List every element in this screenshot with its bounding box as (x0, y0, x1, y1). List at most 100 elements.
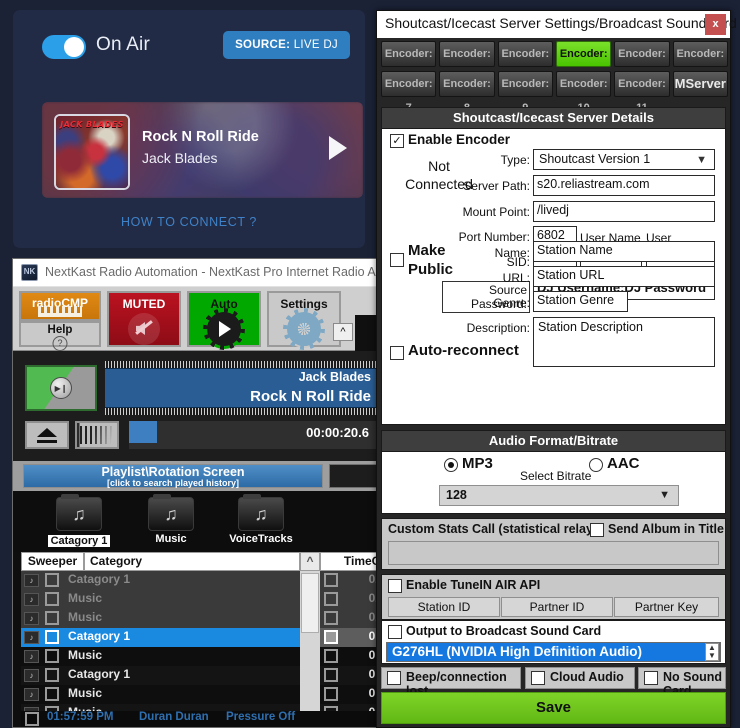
encoder-tab-encoder-11[interactable]: Encoder: 11 (614, 71, 670, 114)
row-checkbox[interactable] (45, 649, 59, 663)
make-public-checkbox[interactable] (390, 253, 404, 267)
encoder-tab-mserver[interactable]: MServer (672, 71, 728, 97)
deck-play-pause-button[interactable]: ▶❙ (25, 365, 97, 411)
column-header-category[interactable]: Category (84, 552, 300, 571)
row-left-cell[interactable]: ♪ Music (21, 685, 300, 704)
close-icon[interactable]: x (705, 14, 726, 35)
row-time-checkbox[interactable] (324, 630, 338, 644)
folder-music[interactable]: ♫ Music (123, 494, 219, 545)
row-time-checkbox[interactable] (324, 687, 338, 701)
play-icon[interactable] (329, 136, 347, 160)
spinner-updown-icon[interactable]: ▲ ▼ (705, 643, 719, 661)
row-checkbox[interactable] (45, 611, 59, 625)
table-row[interactable]: ♪Catagory 101 (21, 666, 385, 685)
eject-button[interactable] (25, 421, 69, 449)
partner-key-field[interactable]: Partner Key (614, 597, 719, 617)
deck-progress-bar[interactable]: 00:00:20.6 (129, 421, 377, 449)
status-row: 01:57:59 PM Duran Duran Pressure Off (21, 711, 385, 727)
row-left-cell[interactable]: ♪ Catagory 1 (21, 666, 300, 685)
bitrate-select[interactable]: 128 ▼ (439, 485, 679, 506)
mp3-radio[interactable] (444, 458, 458, 472)
encoder-tab-encoder-9[interactable]: Encoder: 9 (497, 71, 553, 114)
status-checkbox[interactable] (25, 712, 39, 726)
send-album-checkbox[interactable] (590, 523, 604, 537)
playlist-rotation-button[interactable]: Playlist\Rotation Screen [click to searc… (23, 464, 323, 488)
row-checkbox[interactable] (45, 573, 59, 587)
encoder-tab-encoder-7[interactable]: Encoder: 7 (381, 71, 437, 114)
row-checkbox[interactable] (45, 630, 59, 644)
encoder-tab-encoder-3[interactable]: Encoder: 3 (497, 41, 553, 84)
folder-voicetracks[interactable]: ♫ VoiceTracks (213, 494, 309, 545)
row-checkbox[interactable] (45, 687, 59, 701)
row-left-cell[interactable]: ♪ Music (21, 609, 300, 628)
how-to-connect-link[interactable]: HOW TO CONNECT ? (13, 215, 365, 229)
table-row[interactable]: ♪Music02 (21, 590, 385, 609)
type-select[interactable]: Shoutcast Version 1 ▼ (533, 149, 715, 170)
table-row[interactable]: ♪Music02 (21, 609, 385, 628)
server-path-input[interactable]: s20.reliastream.com (533, 175, 715, 196)
scroll-up-arrow-icon[interactable]: ^ (300, 552, 320, 571)
radiocmp-button[interactable]: radioCMP (19, 291, 101, 321)
url-input[interactable]: Station URL (533, 266, 715, 287)
row-time-checkbox[interactable] (324, 649, 338, 663)
output-broadcast-checkbox[interactable] (388, 625, 402, 639)
name-input[interactable]: Station Name (533, 241, 715, 262)
station-id-field[interactable]: Station ID (388, 597, 500, 617)
collapse-toolbar-button[interactable]: ^ (333, 323, 353, 341)
encoder-tab-encoder-5[interactable]: Encoder: 5 (614, 41, 670, 84)
encoder-tab-encoder-6[interactable]: Encoder: 6 (672, 41, 728, 84)
encoder-tab-encoder-8[interactable]: Encoder: 8 (439, 71, 495, 114)
levels-button[interactable] (75, 421, 119, 449)
deck-waveform[interactable]: Jack Blades Rock N Roll Ride (105, 361, 377, 415)
save-button[interactable]: Save (381, 692, 726, 724)
no-sound-card-option[interactable]: No Sound Card (638, 667, 726, 698)
grid-scrollbar[interactable] (300, 571, 320, 727)
table-row[interactable]: ♪Music01 (21, 685, 385, 704)
cloud-audio-option[interactable]: Cloud Audio (525, 667, 635, 689)
column-header-sweeper[interactable]: Sweeper (21, 552, 84, 571)
table-row[interactable]: ♪Catagory 101 (21, 628, 385, 647)
no-sound-card-checkbox[interactable] (644, 671, 658, 685)
encoder-tab-encoder-10[interactable]: Encoder: 10 (556, 71, 612, 114)
nextkast-title-bar[interactable]: NextKast Radio Automation - NextKast Pro… (13, 259, 389, 287)
encoder-tab-encoder-2[interactable]: Encoder: 2 (439, 41, 495, 84)
beep-connection-lost-option[interactable]: Beep/connection lost (381, 667, 521, 698)
row-left-cell[interactable]: ♪ Catagory 1 (21, 571, 300, 590)
dialog-title-bar[interactable]: Shoutcast/Icecast Server Settings/Broadc… (377, 11, 737, 38)
encoder-tab-encoder-4[interactable]: Encoder: 4 (556, 41, 612, 84)
cloud-audio-checkbox[interactable] (531, 671, 545, 685)
description-textarea[interactable]: Station Description (533, 317, 715, 367)
partner-id-field[interactable]: Partner ID (501, 597, 613, 617)
row-checkbox[interactable] (45, 668, 59, 682)
row-checkbox[interactable] (45, 592, 59, 606)
help-button[interactable]: Help ? (19, 321, 101, 351)
auto-reconnect-checkbox[interactable] (390, 346, 404, 360)
beep-checkbox[interactable] (387, 671, 401, 685)
encoder-tab-encoder-1[interactable]: Encoder: 1 (381, 41, 437, 84)
on-air-toggle[interactable] (42, 35, 86, 59)
genre-input[interactable]: Station Genre (533, 291, 628, 312)
scrollbar-thumb[interactable] (301, 573, 319, 633)
row-time-checkbox[interactable] (324, 668, 338, 682)
enable-tunein-checkbox[interactable] (388, 579, 402, 593)
row-time-checkbox[interactable] (324, 573, 338, 587)
mount-point-input[interactable]: /livedj (533, 201, 715, 222)
enable-encoder-checkbox[interactable]: ✓ (390, 134, 404, 148)
row-left-cell[interactable]: ♪ Music (21, 647, 300, 666)
table-row[interactable]: ♪Catagory 102 (21, 571, 385, 590)
custom-stats-input[interactable] (388, 541, 719, 565)
source-badge[interactable]: SOURCE: LIVE DJ (223, 31, 350, 59)
muted-button[interactable]: MUTED (107, 291, 181, 347)
progress-fill (129, 421, 157, 443)
row-time-checkbox[interactable] (324, 611, 338, 625)
row-left-cell[interactable]: ♪ Music (21, 590, 300, 609)
auto-button[interactable]: Auto (187, 291, 261, 350)
row-left-cell[interactable]: ♪ Catagory 1 (21, 628, 300, 647)
table-row[interactable]: ♪Music01 (21, 647, 385, 666)
row-time-checkbox[interactable] (324, 592, 338, 606)
sound-device-select[interactable]: G276HL (NVIDIA High Definition Audio) ▲ ▼ (386, 642, 721, 662)
folder-catagory-1[interactable]: ♫ Catagory 1 (31, 494, 127, 549)
now-playing-card[interactable]: JACK BLADES Rock N Roll Ride Jack Blades (42, 102, 363, 198)
settings-button[interactable]: Settings (267, 291, 341, 350)
on-air-header-row: On Air SOURCE: LIVE DJ (30, 27, 350, 69)
